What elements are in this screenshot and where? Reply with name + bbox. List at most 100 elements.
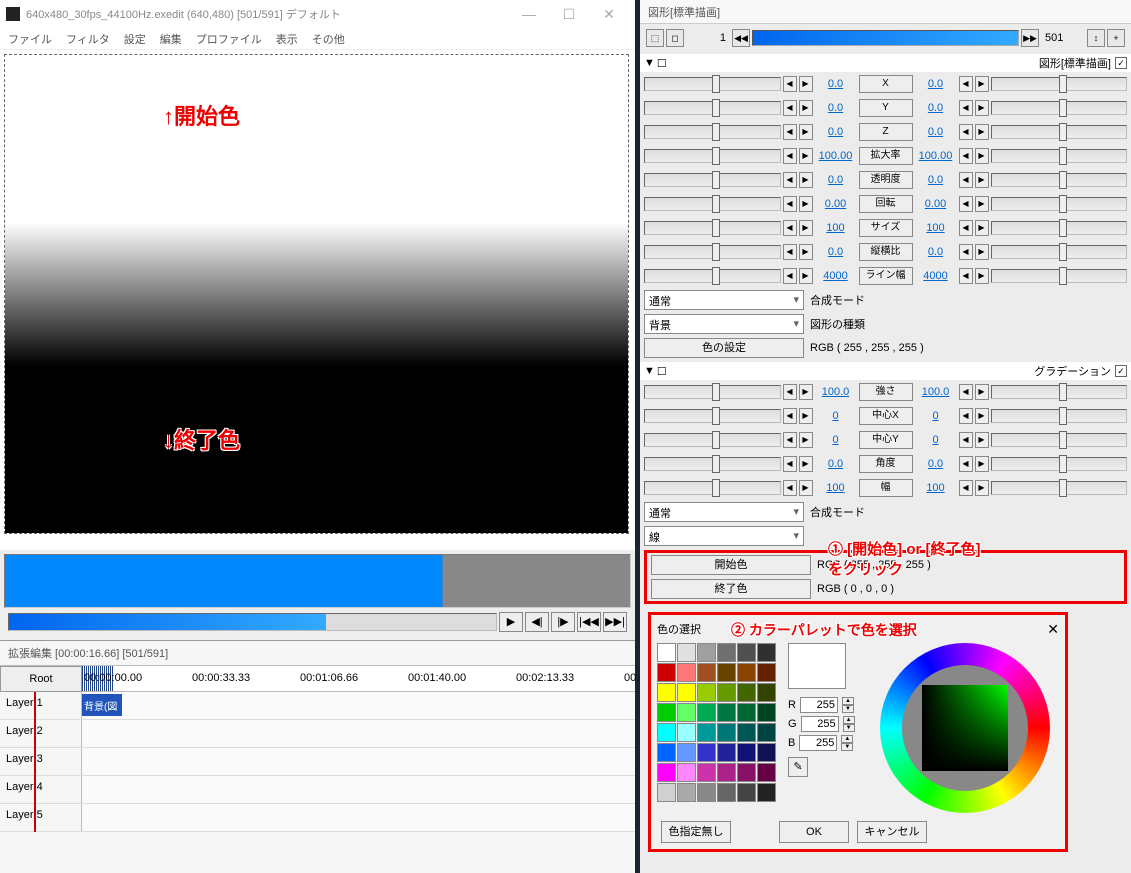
param-label[interactable]: 回転 bbox=[859, 195, 913, 213]
color-swatch[interactable] bbox=[657, 703, 676, 722]
color-swatch[interactable] bbox=[757, 763, 776, 782]
color-swatch[interactable] bbox=[677, 643, 696, 662]
dec-button[interactable]: ◀ bbox=[783, 432, 797, 448]
inc-button[interactable]: ▶ bbox=[975, 220, 989, 236]
color-swatch[interactable] bbox=[717, 743, 736, 762]
menu-settings[interactable]: 設定 bbox=[124, 31, 146, 47]
spin-up[interactable]: ▲ bbox=[842, 697, 854, 705]
color-swatch[interactable] bbox=[657, 743, 676, 762]
color-swatch[interactable] bbox=[717, 703, 736, 722]
dec-button[interactable]: ◀ bbox=[783, 76, 797, 92]
inc-button[interactable]: ▶ bbox=[799, 196, 813, 212]
param-value[interactable]: 0.0 bbox=[915, 102, 957, 114]
dec-button[interactable]: ◀ bbox=[959, 480, 973, 496]
seek-slider[interactable] bbox=[8, 613, 497, 631]
tool-icon[interactable]: ⬚ bbox=[646, 29, 664, 47]
track[interactable] bbox=[82, 776, 635, 803]
dec-button[interactable]: ◀ bbox=[959, 100, 973, 116]
inc-button[interactable]: ▶ bbox=[975, 480, 989, 496]
time-ruler[interactable]: 00:00:00.00 00:00:33.33 00:01:06.66 00:0… bbox=[82, 666, 635, 692]
color-swatch[interactable] bbox=[737, 683, 756, 702]
param-slider[interactable] bbox=[644, 197, 781, 211]
param-label[interactable]: X bbox=[859, 75, 913, 93]
param-value[interactable]: 0.00 bbox=[915, 198, 957, 210]
param-value[interactable]: 4000 bbox=[815, 270, 857, 282]
menu-profile[interactable]: プロファイル bbox=[196, 31, 262, 47]
color-swatch[interactable] bbox=[737, 783, 756, 802]
layer-name[interactable]: Layer 2 bbox=[0, 720, 82, 747]
dec-button[interactable]: ◀ bbox=[783, 480, 797, 496]
color-swatch[interactable] bbox=[757, 723, 776, 742]
param-value[interactable]: 100.00 bbox=[915, 150, 957, 162]
inc-button[interactable]: ▶ bbox=[799, 172, 813, 188]
track[interactable] bbox=[82, 804, 635, 831]
dec-button[interactable]: ◀ bbox=[783, 100, 797, 116]
param-slider[interactable] bbox=[991, 221, 1128, 235]
play-button[interactable]: ▶ bbox=[499, 612, 523, 632]
dec-button[interactable]: ◀ bbox=[783, 220, 797, 236]
section-header[interactable]: ▼ ☐ グラデーション ✓ bbox=[640, 362, 1131, 380]
dec-button[interactable]: ◀ bbox=[959, 220, 973, 236]
param-label[interactable]: 透明度 bbox=[859, 171, 913, 189]
inc-button[interactable]: ▶ bbox=[975, 244, 989, 260]
inc-button[interactable]: ▶ bbox=[975, 268, 989, 284]
param-label[interactable]: 幅 bbox=[859, 479, 913, 497]
color-swatch[interactable] bbox=[737, 743, 756, 762]
param-slider[interactable] bbox=[991, 385, 1128, 399]
start-color-button[interactable]: 開始色 bbox=[651, 555, 811, 575]
inc-button[interactable]: ▶ bbox=[799, 124, 813, 140]
param-label[interactable]: ライン幅 bbox=[859, 267, 913, 285]
color-swatch[interactable] bbox=[737, 723, 756, 742]
color-swatch[interactable] bbox=[717, 783, 736, 802]
dec-button[interactable]: ◀ bbox=[959, 196, 973, 212]
param-label[interactable]: 強さ bbox=[859, 383, 913, 401]
color-swatch[interactable] bbox=[697, 783, 716, 802]
layer-name[interactable]: Layer 5 bbox=[0, 804, 82, 831]
color-swatch[interactable] bbox=[677, 783, 696, 802]
param-slider[interactable] bbox=[644, 101, 781, 115]
first-button[interactable]: |◀◀ bbox=[577, 612, 601, 632]
b-input[interactable] bbox=[799, 735, 837, 751]
inc-button[interactable]: ▶ bbox=[975, 172, 989, 188]
param-value[interactable]: 100.0 bbox=[915, 386, 957, 398]
blend-mode-select[interactable]: 通常 bbox=[644, 290, 804, 310]
color-swatch[interactable] bbox=[677, 723, 696, 742]
param-slider[interactable] bbox=[644, 457, 781, 471]
param-value[interactable]: 4000 bbox=[915, 270, 957, 282]
layer-name[interactable]: Layer 4 bbox=[0, 776, 82, 803]
inc-button[interactable]: ▶ bbox=[799, 100, 813, 116]
param-value[interactable]: 0.00 bbox=[815, 198, 857, 210]
param-label[interactable]: 拡大率 bbox=[859, 147, 913, 165]
section-checkbox[interactable]: ✓ bbox=[1115, 57, 1127, 69]
param-value[interactable]: 100 bbox=[915, 482, 957, 494]
add-icon[interactable]: + bbox=[1107, 29, 1125, 47]
param-slider[interactable] bbox=[644, 269, 781, 283]
collapse-icon[interactable]: ▼ bbox=[644, 57, 655, 69]
color-swatch[interactable] bbox=[737, 663, 756, 682]
color-swatch[interactable] bbox=[737, 703, 756, 722]
tool-icon[interactable]: ↕ bbox=[1087, 29, 1105, 47]
root-button[interactable]: Root bbox=[0, 666, 82, 692]
next-icon[interactable]: ▶▶ bbox=[1021, 29, 1039, 47]
param-slider[interactable] bbox=[991, 149, 1128, 163]
inc-button[interactable]: ▶ bbox=[799, 432, 813, 448]
inc-button[interactable]: ▶ bbox=[975, 196, 989, 212]
color-swatch[interactable] bbox=[737, 643, 756, 662]
param-value[interactable]: 100 bbox=[915, 222, 957, 234]
range-bar[interactable] bbox=[4, 554, 631, 608]
inc-button[interactable]: ▶ bbox=[975, 456, 989, 472]
param-slider[interactable] bbox=[991, 409, 1128, 423]
dec-button[interactable]: ◀ bbox=[783, 172, 797, 188]
param-value[interactable]: 0 bbox=[915, 434, 957, 446]
color-swatch[interactable] bbox=[657, 683, 676, 702]
track[interactable] bbox=[82, 720, 635, 747]
inc-button[interactable]: ▶ bbox=[799, 456, 813, 472]
color-swatch[interactable] bbox=[697, 723, 716, 742]
no-color-button[interactable]: 色指定無し bbox=[661, 821, 731, 843]
inc-button[interactable]: ▶ bbox=[799, 408, 813, 424]
inc-button[interactable]: ▶ bbox=[799, 76, 813, 92]
inc-button[interactable]: ▶ bbox=[799, 148, 813, 164]
param-slider[interactable] bbox=[991, 125, 1128, 139]
close-button[interactable]: ✕ bbox=[589, 0, 629, 28]
minimize-button[interactable]: — bbox=[509, 0, 549, 28]
